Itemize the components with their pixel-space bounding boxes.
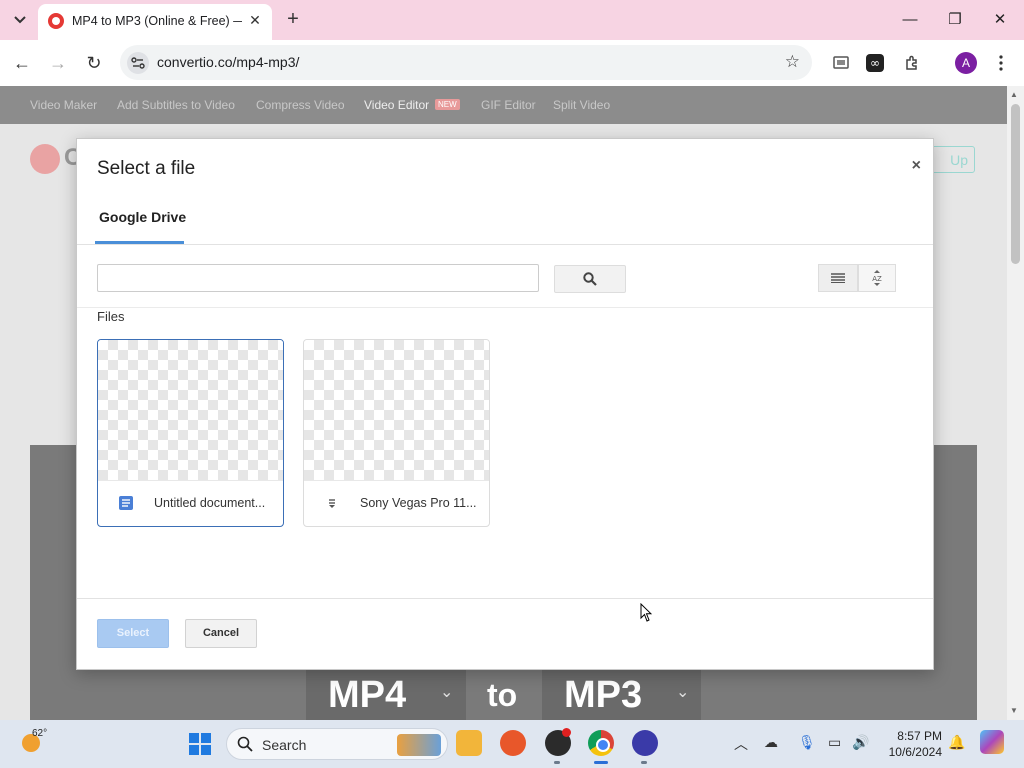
nav-split-video[interactable]: Split Video: [553, 98, 610, 112]
to-format-label: MP3: [564, 674, 643, 716]
file-card-untitled-document[interactable]: Untitled document...: [97, 339, 284, 527]
clock-date: 10/6/2024: [888, 745, 942, 759]
cast-icon[interactable]: [830, 52, 852, 74]
to-label: to: [487, 677, 518, 713]
search-button[interactable]: [554, 265, 626, 293]
sort-az-button[interactable]: AZ: [858, 264, 896, 292]
select-file-dialog: Select a file × Google Drive AZ Files Un…: [76, 138, 934, 670]
search-input[interactable]: [97, 264, 539, 292]
url-text: convertio.co/mp4-mp3/: [157, 54, 300, 70]
microphone-icon[interactable]: 🎙: [798, 734, 816, 751]
taskbar-search-label: Search: [262, 737, 307, 753]
new-badge: NEW: [435, 99, 460, 110]
windows-start-icon[interactable]: [188, 732, 212, 756]
cancel-button[interactable]: Cancel: [185, 619, 257, 648]
notification-dot: [562, 728, 571, 737]
file-generic-icon: [329, 499, 335, 508]
tab-search-chevron-icon[interactable]: [8, 8, 32, 32]
running-app-indicator: [641, 761, 647, 764]
files-divider: [77, 307, 933, 308]
forward-arrow-icon[interactable]: →: [46, 51, 70, 75]
browser-toolbar: ← → ↻ convertio.co/mp4-mp3/ ☆ ∞: [0, 40, 1024, 86]
nav-video-maker[interactable]: Video Maker: [30, 98, 97, 112]
firefox-icon[interactable]: [500, 730, 526, 756]
notification-bell-icon[interactable]: 🔔: [948, 734, 965, 751]
file-explorer-icon[interactable]: [456, 730, 482, 756]
copilot-icon[interactable]: [980, 730, 1004, 754]
sort-az-icon: AZ: [872, 270, 882, 286]
bookmark-star-icon[interactable]: ☆: [785, 52, 800, 72]
extension-infinity-icon[interactable]: ∞: [864, 52, 886, 74]
nav-gif-editor[interactable]: GIF Editor: [481, 98, 536, 112]
back-arrow-icon[interactable]: ←: [10, 51, 34, 75]
google-docs-icon: [119, 496, 133, 510]
svg-text:AZ: AZ: [872, 275, 882, 283]
thumbnail-divider: [304, 480, 489, 481]
thumbnail-divider: [98, 480, 283, 481]
page-scrollbar[interactable]: ▲ ▼: [1007, 86, 1024, 720]
active-app-indicator: [594, 761, 608, 764]
dialog-title: Select a file: [97, 158, 196, 179]
windows-taskbar: 62° Search ︿ ☁ 🎙 ▭ 🔊 8:57 PM 10/6/2024 🔔: [0, 720, 1024, 768]
more-menu-icon[interactable]: [990, 52, 1012, 74]
file-card-sony-vegas[interactable]: Sony Vegas Pro 11...: [303, 339, 490, 527]
file-thumbnail: [304, 340, 489, 480]
close-window-icon[interactable]: ✕: [980, 8, 1020, 32]
extensions-puzzle-icon[interactable]: [901, 52, 923, 74]
search-icon: [583, 272, 597, 286]
tray-chevron-up-icon[interactable]: ︿: [734, 734, 748, 754]
search-highlight-image: [397, 734, 441, 756]
tab-close-icon[interactable]: ✕: [246, 11, 264, 29]
address-bar[interactable]: convertio.co/mp4-mp3/ ☆: [120, 45, 812, 80]
taskbar-search-icon: [237, 736, 253, 752]
reload-icon[interactable]: ↻: [82, 51, 106, 75]
footer-divider: [77, 598, 933, 599]
weather-temperature: 62°: [32, 728, 48, 739]
to-chevron-down-icon[interactable]: ⌄: [676, 682, 689, 702]
chrome-center-icon: [596, 738, 610, 752]
taskbar-search-box[interactable]: Search: [226, 728, 448, 760]
browser-tab[interactable]: MP4 to MP3 (Online & Free) — ✕: [38, 4, 272, 40]
onedrive-cloud-icon[interactable]: ☁: [764, 734, 778, 751]
site-navigation: Video Maker Add Subtitles to Video Compr…: [0, 86, 1007, 124]
file-thumbnail: [98, 340, 283, 480]
clock-time: 8:57 PM: [897, 729, 942, 743]
from-format-label: MP4: [328, 674, 407, 716]
file-name: Sony Vegas Pro 11...: [360, 496, 477, 510]
nav-add-subtitles[interactable]: Add Subtitles to Video: [117, 98, 235, 112]
network-icon[interactable]: ▭: [828, 734, 841, 751]
files-section-label: Files: [97, 309, 125, 324]
running-app-indicator: [554, 761, 560, 764]
list-view-button[interactable]: [818, 264, 858, 292]
minimize-icon[interactable]: —: [890, 8, 930, 32]
tab-divider: [77, 244, 933, 245]
scroll-up-icon[interactable]: ▲: [1010, 90, 1018, 99]
convertio-logo-icon[interactable]: [30, 144, 60, 174]
new-tab-icon[interactable]: +: [282, 8, 304, 30]
volume-icon[interactable]: 🔊: [852, 734, 869, 751]
headphones-app-icon[interactable]: [632, 730, 658, 756]
scroll-down-icon[interactable]: ▼: [1010, 706, 1018, 715]
mouse-pointer-icon: [640, 603, 652, 622]
system-clock[interactable]: 8:57 PM 10/6/2024: [884, 728, 942, 760]
list-view-icon: [831, 273, 845, 283]
from-chevron-down-icon[interactable]: ⌄: [440, 682, 453, 702]
profile-avatar[interactable]: A: [955, 52, 977, 74]
nav-compress-video[interactable]: Compress Video: [256, 98, 345, 112]
nav-video-editor[interactable]: Video Editor: [364, 98, 429, 112]
file-name: Untitled document...: [154, 496, 266, 510]
tab-title: MP4 to MP3 (Online & Free) —: [72, 14, 242, 28]
restore-icon[interactable]: ❐: [935, 8, 975, 32]
site-info-icon[interactable]: [126, 51, 150, 75]
svg-text:∞: ∞: [870, 56, 880, 70]
scroll-thumb[interactable]: [1011, 104, 1020, 264]
convertio-favicon-icon: [48, 13, 64, 29]
close-dialog-icon[interactable]: ×: [912, 157, 921, 175]
browser-tab-strip: MP4 to MP3 (Online & Free) — ✕ + — ❐ ✕: [0, 0, 1024, 40]
select-button[interactable]: Select: [97, 619, 169, 648]
tab-google-drive[interactable]: Google Drive: [99, 209, 186, 225]
